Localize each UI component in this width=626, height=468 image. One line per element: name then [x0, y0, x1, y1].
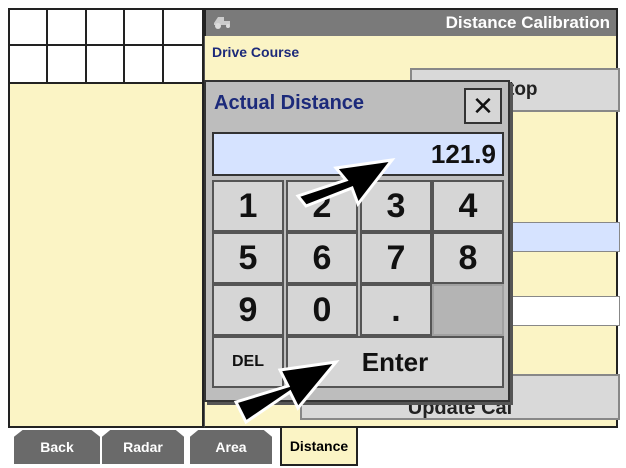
key-1[interactable]: 1 — [212, 180, 284, 232]
key-7[interactable]: 7 — [360, 232, 432, 284]
dialog-title: Actual Distance — [214, 92, 365, 114]
value-display: 121.9 — [212, 132, 504, 176]
key-8[interactable]: 8 — [432, 232, 504, 284]
close-icon: ✕ — [472, 90, 494, 121]
grid-cell — [163, 10, 202, 46]
grid-cell — [164, 46, 202, 82]
grid-cell — [48, 46, 87, 82]
screen-title: Distance Calibration — [445, 13, 610, 32]
grid-cell — [125, 10, 164, 46]
distance-field[interactable] — [496, 222, 620, 252]
tractor-icon — [212, 13, 234, 33]
delete-key[interactable]: DEL — [212, 336, 284, 388]
grid-cell — [10, 46, 49, 82]
key-9[interactable]: 9 — [212, 284, 284, 336]
key-blank — [432, 284, 504, 336]
grid-cell — [125, 46, 164, 82]
value-field[interactable] — [496, 296, 620, 326]
key-2[interactable]: 2 — [286, 180, 358, 232]
tab-area[interactable]: Area — [190, 430, 272, 464]
key-0[interactable]: 0 — [286, 284, 358, 336]
title-bar: Distance Calibration — [204, 8, 618, 36]
close-button[interactable]: ✕ — [464, 88, 502, 124]
key-6[interactable]: 6 — [286, 232, 358, 284]
grid-cell — [48, 10, 87, 46]
grid-cell — [87, 46, 126, 82]
drive-course-label: Drive Course — [212, 44, 300, 60]
left-panel — [8, 84, 204, 428]
grid-cell — [10, 10, 49, 46]
enter-key[interactable]: Enter — [286, 336, 504, 388]
tab-radar[interactable]: Radar — [102, 430, 184, 464]
tab-distance[interactable]: Distance — [280, 428, 358, 466]
tab-back[interactable]: Back — [14, 430, 100, 464]
left-status-grid — [8, 8, 204, 84]
key-4[interactable]: 4 — [432, 180, 504, 232]
key-decimal[interactable]: . — [360, 284, 432, 336]
grid-cell — [86, 10, 126, 46]
key-3[interactable]: 3 — [360, 180, 432, 232]
key-5[interactable]: 5 — [212, 232, 284, 284]
